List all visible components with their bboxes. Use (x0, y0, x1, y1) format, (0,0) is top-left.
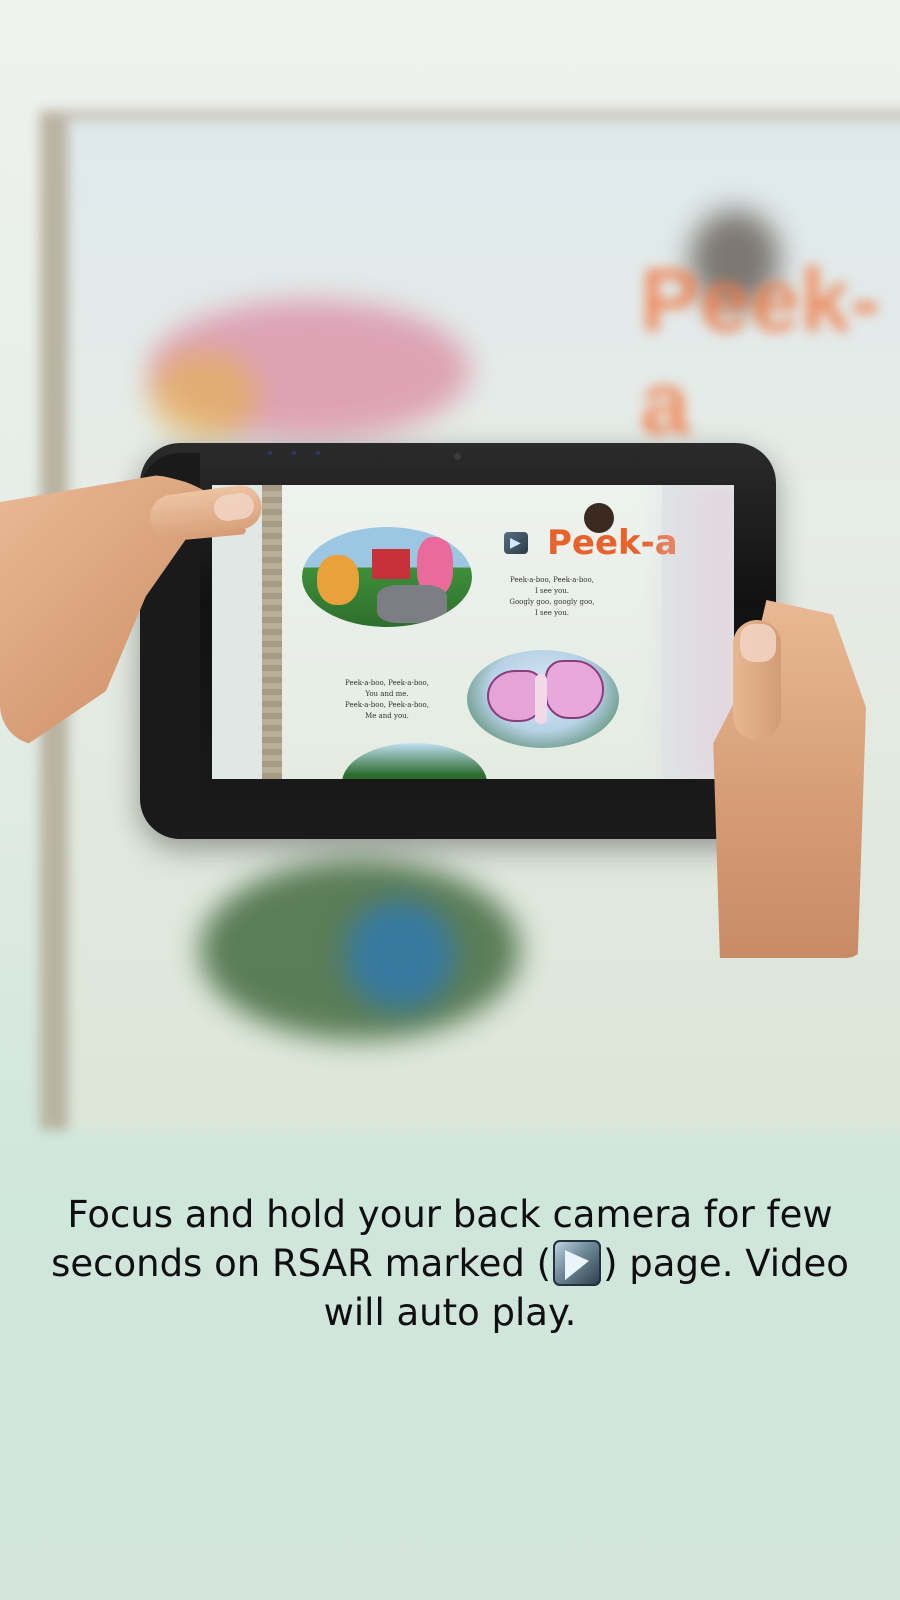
verse-line: Peek-a-boo, Peek-a-boo, (345, 679, 429, 687)
right-thumbnail (740, 624, 776, 662)
illustration-fox-rabbit (302, 527, 472, 627)
background-character-blob (345, 900, 455, 1010)
verse-line: Peek-a-boo, Peek-a-boo, (510, 576, 594, 584)
verse-line: You and me. (365, 690, 409, 698)
verse-line: I see you. (535, 609, 569, 617)
verse-bottom: Peek-a-boo, Peek-a-boo, You and me. Peek… (337, 678, 437, 722)
front-camera-icon (454, 453, 461, 460)
book-spine (262, 485, 284, 779)
sensor-dot-icon (316, 451, 320, 455)
monkey-character (584, 503, 614, 533)
rsar-marker-icon (553, 1240, 602, 1286)
verse-top: Peek-a-boo, Peek-a-boo, I see you. Googl… (497, 575, 607, 619)
verse-line: I see you. (535, 587, 569, 595)
rsar-marker-icon (504, 532, 528, 554)
verse-line: Googly goo, googly goo, (509, 598, 595, 606)
verse-line: Peek-a-boo, Peek-a-boo, (345, 701, 429, 709)
sensor-dot-icon (268, 451, 272, 455)
instruction-text: Focus and hold your back camera for few … (40, 1190, 860, 1337)
sensor-dot-icon (292, 451, 296, 455)
camera-preview-screen: Peek-a Peek-a-boo, Peek-a-boo, I see you… (212, 485, 734, 779)
verse-line: Me and you. (365, 712, 409, 720)
background-book-title: Peek-a (640, 251, 881, 454)
illustration-butterfly (467, 650, 619, 748)
background-character-blob (150, 350, 260, 440)
